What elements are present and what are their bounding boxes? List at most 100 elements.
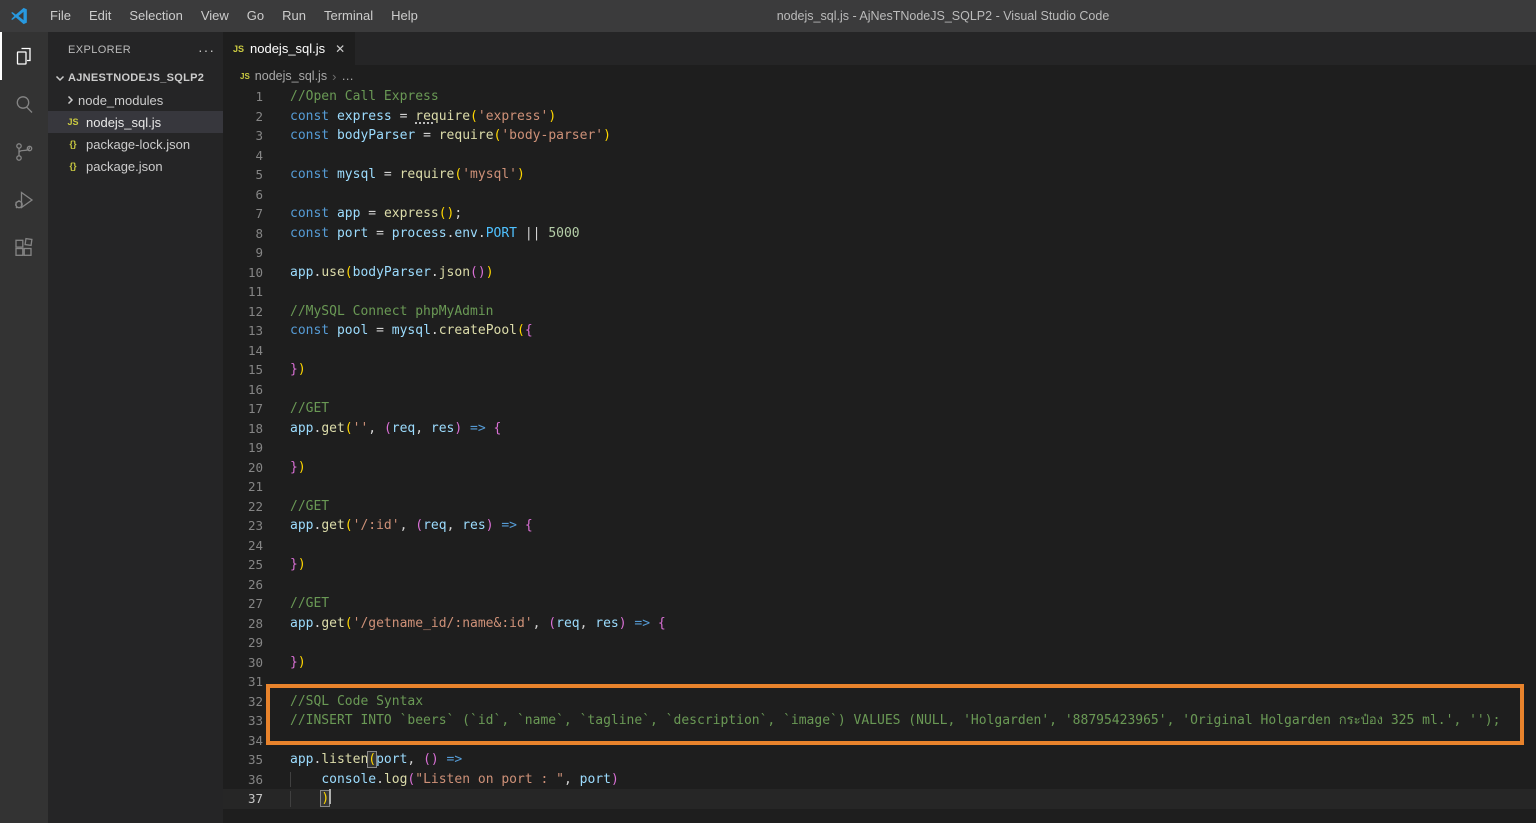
code-line: 7const app = express(); (223, 204, 1536, 224)
sidebar-item-node-modules[interactable]: node_modules (48, 89, 223, 111)
code-line: 24 (223, 536, 1536, 556)
line-number: 9 (223, 243, 263, 263)
menu-go[interactable]: Go (238, 0, 273, 32)
line-number: 13 (223, 321, 263, 341)
code-line: 13const pool = mysql.createPool({ (223, 321, 1536, 341)
line-number: 34 (223, 731, 263, 751)
json-file-icon: {} (64, 161, 82, 171)
sidebar-item-package-lock-json[interactable]: {} package-lock.json (48, 133, 223, 155)
tab-bar: JS nodejs_sql.js ✕ (223, 32, 1536, 65)
line-number: 32 (223, 692, 263, 712)
breadcrumb: JS nodejs_sql.js › … (223, 65, 1536, 87)
vscode-window: File Edit Selection View Go Run Terminal… (0, 0, 1536, 823)
breadcrumb-file[interactable]: nodejs_sql.js (255, 69, 327, 83)
line-number: 37 (223, 789, 263, 809)
line-number: 19 (223, 438, 263, 458)
code-line: 21 (223, 477, 1536, 497)
code-line: 10app.use(bodyParser.json()) (223, 263, 1536, 283)
line-number: 4 (223, 146, 263, 166)
close-icon[interactable]: ✕ (335, 42, 345, 56)
json-file-icon: {} (64, 139, 82, 149)
menu-edit[interactable]: Edit (80, 0, 120, 32)
code-editor[interactable]: 1//Open Call Express2const express = req… (223, 87, 1536, 823)
line-number: 36 (223, 770, 263, 790)
chevron-down-icon (52, 72, 68, 84)
line-number: 2 (223, 107, 263, 127)
run-and-debug-icon[interactable] (0, 176, 48, 224)
menu-file[interactable]: File (41, 0, 80, 32)
explorer-header-title: EXPLORER (68, 44, 131, 56)
line-number: 15 (223, 360, 263, 380)
code-line: 35app.listen(port, () => (223, 750, 1536, 770)
menu-bar: File Edit Selection View Go Run Terminal… (41, 0, 427, 32)
code-line: 16 (223, 380, 1536, 400)
js-file-icon: JS (233, 44, 244, 54)
line-number: 28 (223, 614, 263, 634)
line-number: 35 (223, 750, 263, 770)
code-line: 8const port = process.env.PORT || 5000 (223, 224, 1536, 244)
root-folder-label: AJNESTNODEJS_SQLP2 (68, 72, 204, 84)
code-line: 6 (223, 185, 1536, 205)
explorer-actions-icon[interactable]: ··· (198, 42, 215, 58)
line-number: 22 (223, 497, 263, 517)
line-number: 12 (223, 302, 263, 322)
code-line: 15}) (223, 360, 1536, 380)
code-line: 30}) (223, 653, 1536, 673)
code-line: 2const express = require('express') (223, 107, 1536, 127)
sidebar-item-root-folder[interactable]: AJNESTNODEJS_SQLP2 (48, 67, 223, 89)
code-line: 37 ) (223, 789, 1536, 809)
chevron-right-icon (62, 94, 78, 106)
line-number: 23 (223, 516, 263, 536)
file-label: nodejs_sql.js (86, 115, 161, 130)
code-line: 29 (223, 633, 1536, 653)
line-number: 24 (223, 536, 263, 556)
line-number: 25 (223, 555, 263, 575)
window-title: nodejs_sql.js - AjNesTNodeJS_SQLP2 - Vis… (777, 9, 1110, 23)
menu-view[interactable]: View (192, 0, 238, 32)
code-line: 18app.get('', (req, res) => { (223, 419, 1536, 439)
sidebar-item-nodejs-sql-js[interactable]: JS nodejs_sql.js (48, 111, 223, 133)
sidebar-item-package-json[interactable]: {} package.json (48, 155, 223, 177)
explorer-icon[interactable] (0, 32, 48, 80)
code-lines: 1//Open Call Express2const express = req… (223, 87, 1536, 809)
tab-label: nodejs_sql.js (250, 41, 325, 56)
line-number: 14 (223, 341, 263, 361)
line-number: 5 (223, 165, 263, 185)
source-control-icon[interactable] (0, 128, 48, 176)
search-icon[interactable] (0, 80, 48, 128)
code-line: 34 (223, 731, 1536, 751)
file-label: package.json (86, 159, 163, 174)
code-line: 25}) (223, 555, 1536, 575)
code-line: 28app.get('/getname_id/:name&:id', (req,… (223, 614, 1536, 634)
folder-label: node_modules (78, 93, 163, 108)
menu-terminal[interactable]: Terminal (315, 0, 382, 32)
editor-group: JS nodejs_sql.js ✕ JS nodejs_sql.js › … … (223, 32, 1536, 823)
vscode-logo-icon (9, 6, 29, 26)
tab-nodejs-sql-js[interactable]: JS nodejs_sql.js ✕ (223, 32, 355, 65)
code-line: 22//GET (223, 497, 1536, 517)
line-number: 3 (223, 126, 263, 146)
title-bar: File Edit Selection View Go Run Terminal… (0, 0, 1536, 32)
line-number: 26 (223, 575, 263, 595)
code-line: 32//SQL Code Syntax (223, 692, 1536, 712)
text-cursor (329, 789, 331, 804)
line-number: 27 (223, 594, 263, 614)
code-line: 20}) (223, 458, 1536, 478)
code-line: 33//INSERT INTO `beers` (`id`, `name`, `… (223, 711, 1536, 731)
line-number: 33 (223, 711, 263, 731)
code-line: 27//GET (223, 594, 1536, 614)
code-line: 3const bodyParser = require('body-parser… (223, 126, 1536, 146)
code-line: 26 (223, 575, 1536, 595)
line-number: 8 (223, 224, 263, 244)
menu-help[interactable]: Help (382, 0, 427, 32)
code-line: 4 (223, 146, 1536, 166)
code-line: 14 (223, 341, 1536, 361)
menu-run[interactable]: Run (273, 0, 315, 32)
breadcrumb-symbol[interactable]: … (341, 69, 354, 83)
js-file-icon: JS (64, 117, 82, 127)
line-number: 6 (223, 185, 263, 205)
menu-selection[interactable]: Selection (120, 0, 191, 32)
code-line: 12//MySQL Connect phpMyAdmin (223, 302, 1536, 322)
line-number: 7 (223, 204, 263, 224)
extensions-icon[interactable] (0, 224, 48, 272)
